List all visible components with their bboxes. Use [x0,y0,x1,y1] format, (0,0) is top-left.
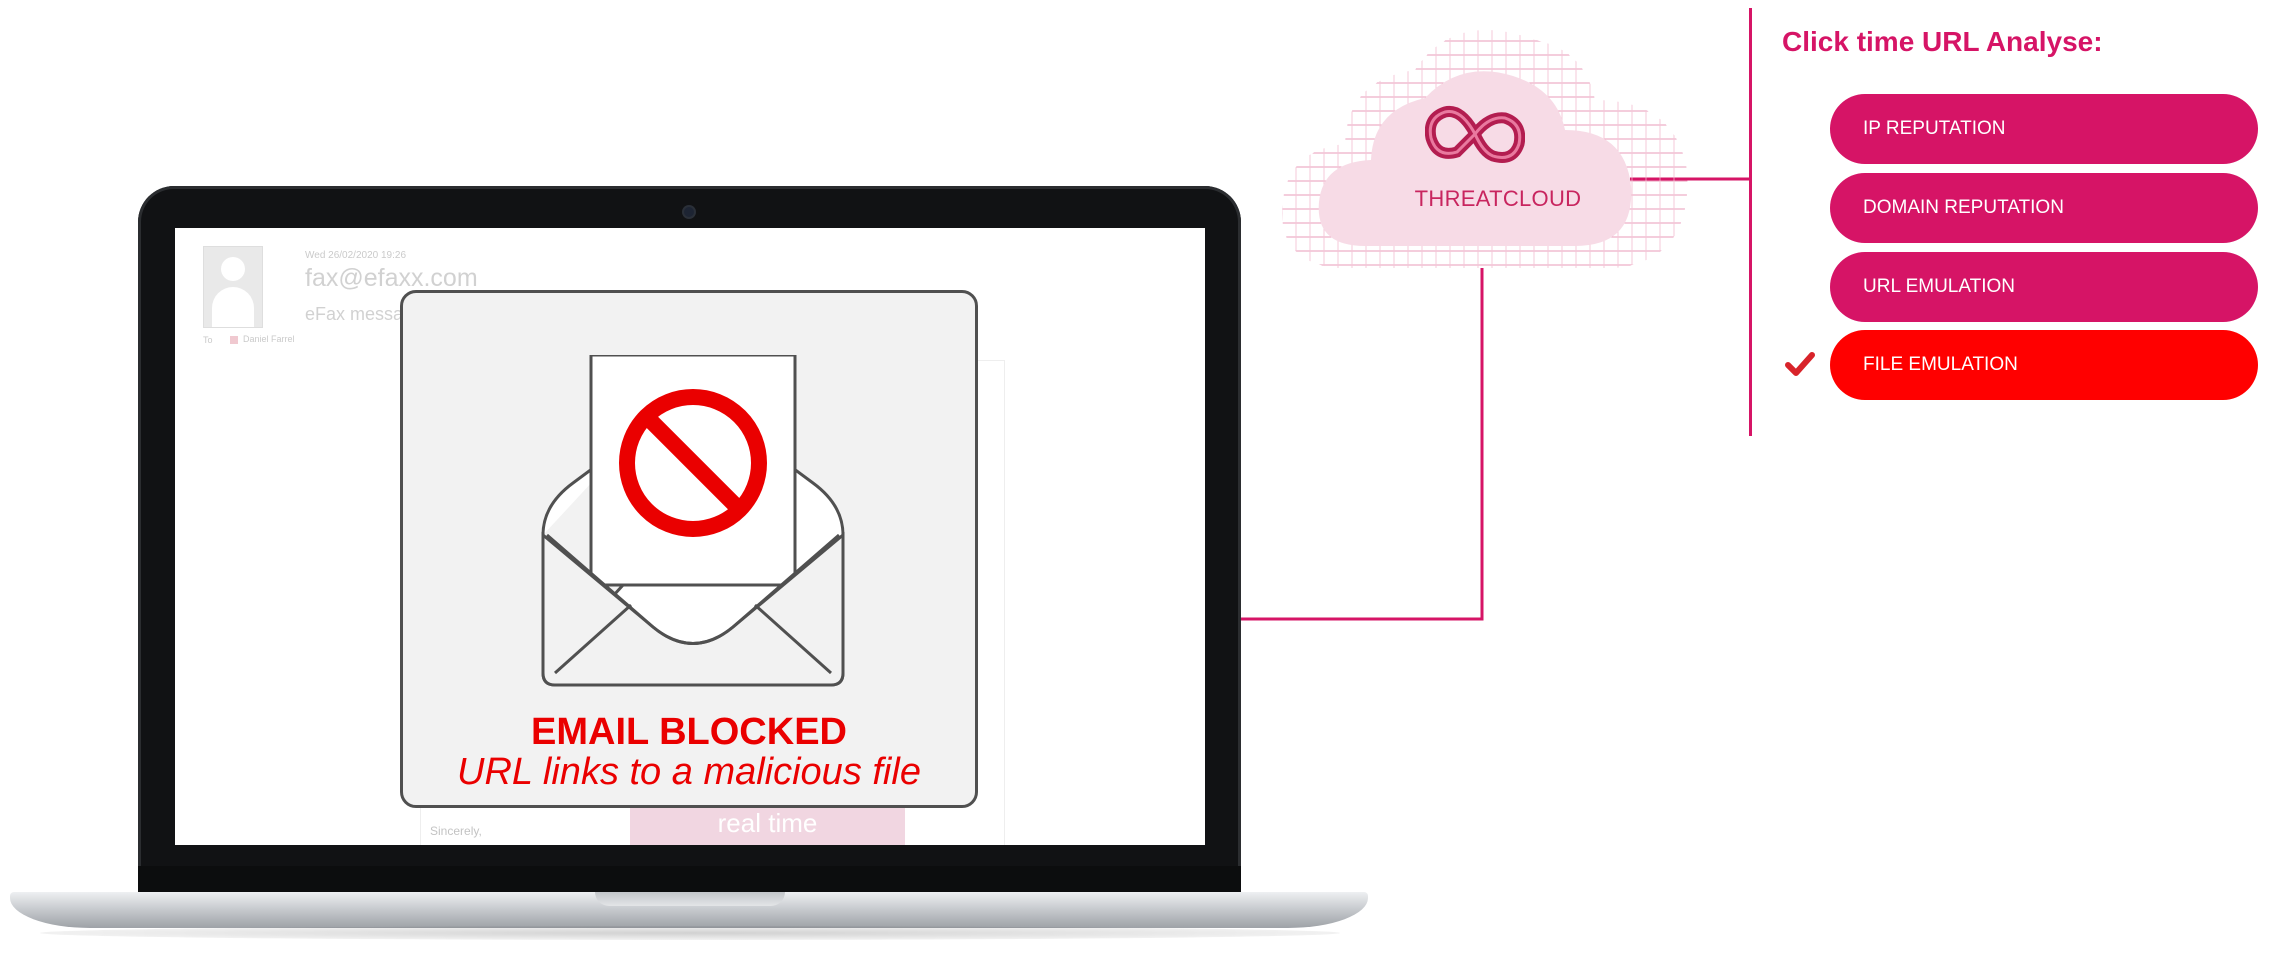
checkmark-icon [1785,352,1815,376]
panel-title: Click time URL Analyse: [1782,26,2103,57]
blocked-subtitle: URL links to a malicious file [457,751,921,793]
threatcloud-label: THREATCLOUD [1414,186,1582,211]
ip-reputation-item: IP REPUTATION [1830,94,2258,164]
email-blocked-card: EMAIL BLOCKED URL links to a malicious f… [400,290,978,808]
url-emulation-item: URL EMULATION [1830,252,2258,322]
email-sender: fax@efaxx.com [305,264,478,292]
email-date: Wed 26/02/2020 19:26 [305,250,407,261]
laptop-shadow [40,926,1340,940]
laptop-notch [595,892,785,906]
laptop-to-cloud-connector [1205,268,1484,621]
recipient-icon [230,336,238,344]
sender-avatar [203,246,263,328]
email-to-label: To [203,335,213,345]
email-recipient: Daniel Farrel [243,334,295,344]
blocked-envelope-icon [541,355,845,687]
email-sign-off: Sincerely, [430,824,482,838]
real-time-button[interactable]: real time [630,805,905,845]
panel-divider [1749,8,1752,436]
file-emulation-item: FILE EMULATION [1830,330,2258,400]
blocked-title: EMAIL BLOCKED [531,711,847,753]
threatcloud-logo-icon [1425,105,1525,163]
webcam [684,207,694,217]
domain-reputation-item: DOMAIN REPUTATION [1830,173,2258,243]
